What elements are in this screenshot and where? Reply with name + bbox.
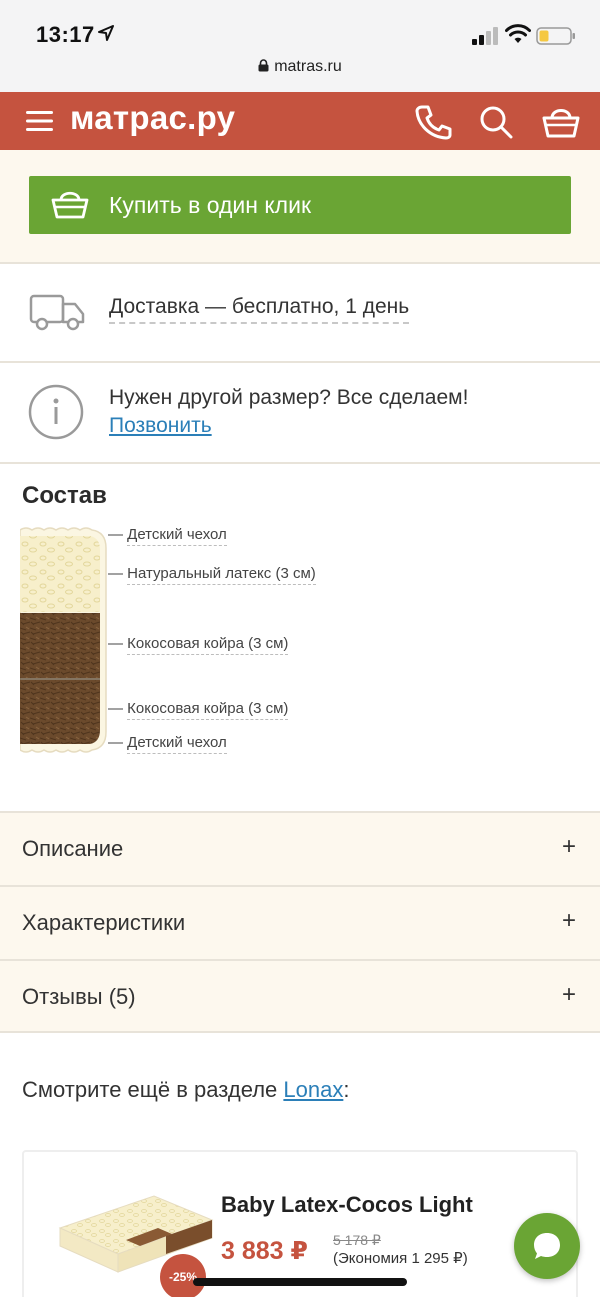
buy-block: Купить в один клик — [0, 150, 600, 264]
custom-size-row: Нужен другой размер? Все сделаем! Позвон… — [0, 363, 600, 464]
buy-one-click-label: Купить в один клик — [109, 192, 312, 218]
status-bar: 13:17 — [0, 0, 600, 58]
section-link[interactable]: Lonax — [283, 1077, 343, 1102]
product-card[interactable]: Baby Latex-Cocos Light 3 883 ₽ 5 178 ₽ (… — [22, 1150, 578, 1297]
layer-label-5[interactable]: — Детский чехол — [108, 734, 227, 754]
call-link[interactable]: Позвонить — [109, 414, 212, 438]
status-time: 13:17 — [36, 22, 95, 47]
url-bar[interactable]: matras.ru — [0, 58, 600, 92]
expand-plus-icon: + — [562, 981, 577, 1008]
wifi-icon — [505, 24, 531, 43]
accordion-specs[interactable]: Характеристики + — [0, 885, 600, 959]
product-old-price: 5 178 ₽ — [333, 1232, 381, 1248]
search-icon[interactable] — [478, 104, 514, 140]
divider — [0, 1031, 600, 1033]
custom-size-text: Нужен другой размер? Все сделаем! — [109, 386, 469, 409]
see-also-text: Смотрите ещё в разделе Lonax: — [22, 1077, 350, 1102]
mattress-layers-image — [20, 527, 107, 753]
delivery-truck-icon — [29, 294, 85, 331]
hamburger-menu-icon[interactable] — [26, 109, 54, 133]
info-icon — [28, 384, 84, 440]
product-saving: (Экономия 1 295 ₽) — [333, 1250, 468, 1267]
basket-icon — [51, 191, 89, 219]
lock-icon — [258, 59, 269, 72]
product-price: 3 883 ₽ — [221, 1237, 308, 1265]
battery-icon — [536, 27, 575, 45]
discount-badge: -25% — [160, 1254, 206, 1297]
accordion-label: Описание — [22, 836, 124, 861]
accordion-label: Характеристики — [22, 910, 186, 935]
layer-label-2[interactable]: — Натуральный латекс (3 см) — [108, 565, 316, 585]
accordion-label: Отзывы (5) — [22, 984, 136, 1009]
accordion-reviews[interactable]: Отзывы (5) + — [0, 959, 600, 1033]
site-logo[interactable]: матрас.ру — [70, 99, 235, 137]
buy-one-click-button[interactable]: Купить в один клик — [29, 176, 571, 234]
expand-plus-icon: + — [562, 907, 577, 934]
product-title[interactable]: Baby Latex-Cocos Light — [221, 1192, 473, 1218]
cellular-signal-icon — [472, 27, 498, 45]
layer-label-4[interactable]: — Кокосовая койра (3 см) — [108, 700, 289, 720]
layer-label-1[interactable]: — Детский чехол — [108, 526, 227, 546]
delivery-text[interactable]: Доставка — бесплатно, 1 день — [109, 295, 410, 324]
composition-title: Состав — [22, 482, 107, 509]
cart-basket-icon[interactable] — [541, 104, 581, 140]
chat-button[interactable] — [514, 1213, 580, 1279]
url-text: matras.ru — [274, 58, 342, 75]
accordion-description[interactable]: Описание + — [0, 811, 600, 885]
chat-bubble-icon — [534, 1233, 560, 1259]
site-header: матрас.ру — [0, 92, 600, 150]
expand-plus-icon: + — [562, 833, 577, 860]
delivery-row: Доставка — бесплатно, 1 день — [0, 264, 600, 363]
location-arrow-icon — [98, 25, 114, 41]
home-indicator — [193, 1278, 407, 1286]
layer-label-3[interactable]: — Кокосовая койра (3 см) — [108, 635, 289, 655]
phone-icon[interactable] — [414, 104, 452, 140]
